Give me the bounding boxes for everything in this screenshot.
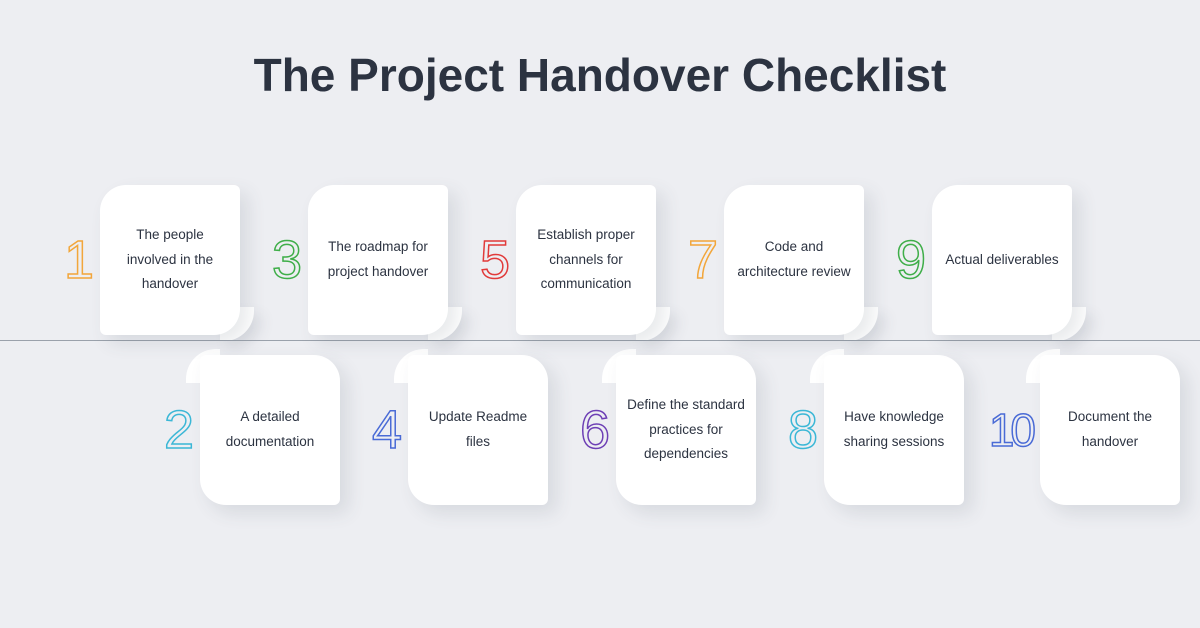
step-card-5: Establish proper channels for communicat… — [516, 185, 656, 335]
checklist-item-2: 2 A detailed documentation — [140, 350, 350, 510]
step-card-8: Have knowledge sharing sessions — [824, 355, 964, 505]
timeline-axis — [0, 340, 1200, 341]
checklist-item-7: 7 Code and architecture review — [664, 180, 874, 340]
step-number-6: 6 — [556, 399, 616, 461]
step-card-1: The people involved in the handover — [100, 185, 240, 335]
checklist-item-1: 1 The people involved in the handover — [40, 180, 250, 340]
step-number-10: 10 — [972, 403, 1040, 457]
checklist-item-6: 6 Define the standard practices for depe… — [556, 350, 766, 510]
checklist-stage: 1 The people involved in the handover 2 … — [0, 170, 1200, 550]
checklist-item-3: 3 The roadmap for project handover — [248, 180, 458, 340]
checklist-item-9: 9 Actual deliverables — [872, 180, 1082, 340]
step-card-6: Define the standard practices for depend… — [616, 355, 756, 505]
step-card-7: Code and architecture review — [724, 185, 864, 335]
step-number-9: 9 — [872, 229, 932, 291]
checklist-item-4: 4 Update Readme files — [348, 350, 558, 510]
step-card-4: Update Readme files — [408, 355, 548, 505]
checklist-item-10: 10 Document the handover — [972, 350, 1182, 510]
checklist-item-5: 5 Establish proper channels for communic… — [456, 180, 666, 340]
step-number-4: 4 — [348, 399, 408, 461]
step-number-2: 2 — [140, 399, 200, 461]
step-number-8: 8 — [764, 399, 824, 461]
step-card-9: Actual deliverables — [932, 185, 1072, 335]
step-card-3: The roadmap for project handover — [308, 185, 448, 335]
checklist-item-8: 8 Have knowledge sharing sessions — [764, 350, 974, 510]
step-card-10: Document the handover — [1040, 355, 1180, 505]
page-title: The Project Handover Checklist — [0, 0, 1200, 102]
step-number-7: 7 — [664, 229, 724, 291]
step-number-3: 3 — [248, 229, 308, 291]
step-card-2: A detailed documentation — [200, 355, 340, 505]
step-number-1: 1 — [40, 229, 100, 291]
step-number-5: 5 — [456, 229, 516, 291]
